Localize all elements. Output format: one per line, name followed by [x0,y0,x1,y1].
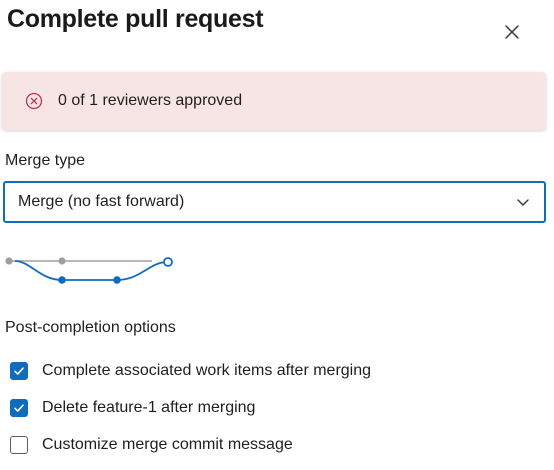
reviewers-alert: 0 of 1 reviewers approved [2,72,546,130]
complete-pull-request-dialog: Complete pull request 0 of 1 reviewers a… [0,0,554,470]
checkmark-icon [14,367,24,375]
post-completion-label: Post-completion options [5,319,176,336]
merge-commit-dot [163,257,173,267]
checkmark-icon [14,404,24,412]
checkbox-unchecked[interactable] [10,436,28,454]
merge-type-label: Merge type [5,152,86,169]
chevron-down-icon [515,194,531,210]
base-commit-dot [58,257,66,265]
option-delete-branch[interactable]: Delete feature-1 after merging [10,399,255,417]
option-label: Delete feature-1 after merging [42,399,256,416]
feature-commit-dot [58,276,66,284]
option-label: Customize merge commit message [42,436,293,453]
error-circle-icon [24,91,44,111]
close-button[interactable] [498,18,526,46]
merge-type-dropdown[interactable]: Merge (no fast forward) [3,181,546,223]
feature-commit-dot [113,276,121,284]
checkbox-checked[interactable] [10,399,28,417]
option-customize-merge-message[interactable]: Customize merge commit message [10,436,293,454]
merge-type-value: Merge (no fast forward) [18,193,185,210]
alert-message: 0 of 1 reviewers approved [58,92,243,109]
checkbox-checked[interactable] [10,362,28,380]
close-icon [505,25,519,39]
dialog-title: Complete pull request [7,5,264,33]
option-complete-work-items[interactable]: Complete associated work items after mer… [10,362,371,380]
merge-strategy-diagram [5,257,173,284]
option-label: Complete associated work items after mer… [42,362,372,379]
base-commit-dot [5,257,13,265]
